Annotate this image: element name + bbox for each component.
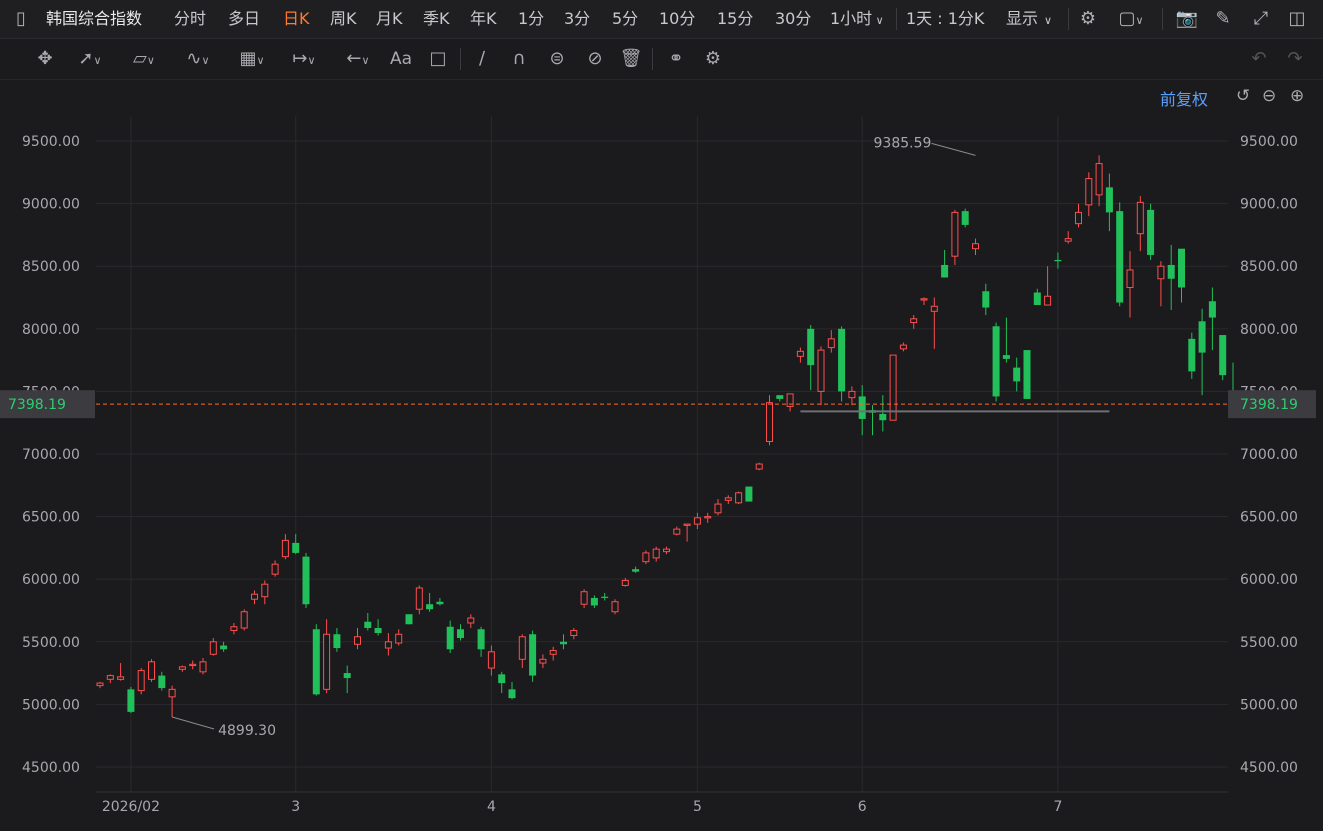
y-tick-label: 7000.00 <box>22 447 80 463</box>
y-tick-label: 4500.00 <box>1240 760 1298 776</box>
candle <box>148 659 155 682</box>
y-tick-label: 6000.00 <box>1240 572 1298 588</box>
x-tick-label: 2026/02 <box>102 799 160 815</box>
candle <box>240 609 248 631</box>
candle <box>1023 350 1031 399</box>
candle <box>755 462 763 471</box>
candle <box>529 630 537 682</box>
candle <box>745 486 753 502</box>
candle <box>127 686 135 714</box>
y-axis-right: 4500.00 5000.00 5500.00 6000.00 6500.00 7000.… <box>1240 134 1298 776</box>
y-tick-label: 9500.00 <box>1240 134 1298 150</box>
candle <box>992 322 1000 402</box>
y-tick-label: 9000.00 <box>22 197 80 213</box>
y-tick-label: 6500.00 <box>1240 510 1298 526</box>
y-tick-label: 6000.00 <box>22 572 80 588</box>
high-marker-label: 9385.59 <box>874 135 932 151</box>
y-tick-label: 5500.00 <box>22 635 80 651</box>
candle <box>312 624 320 696</box>
candle <box>961 208 969 228</box>
y-tick-label: 5000.00 <box>1240 697 1298 713</box>
x-tick-label: 5 <box>693 799 702 815</box>
current-price-label: 7398.19 <box>1240 397 1298 413</box>
candle <box>302 552 310 608</box>
y-tick-label: 5500.00 <box>1240 635 1298 651</box>
y-tick-label: 7000.00 <box>1240 447 1298 463</box>
y-tick-label: 4500.00 <box>22 760 80 776</box>
candlestick-chart[interactable]: 4500.00 5000.00 5500.00 6000.00 6500.00 7000.… <box>0 0 1323 831</box>
y-tick-label: 8500.00 <box>1240 259 1298 275</box>
y-tick-label: 8000.00 <box>1240 322 1298 338</box>
y-tick-label: 8000.00 <box>22 322 80 338</box>
x-tick-label: 6 <box>858 799 867 815</box>
candle <box>137 668 145 695</box>
x-tick-label: 7 <box>1053 799 1062 815</box>
candle <box>735 491 743 505</box>
low-marker-label: 4899.30 <box>218 723 276 739</box>
x-axis: 2026/02 3 4 5 6 7 <box>96 791 1228 815</box>
candle <box>1147 203 1155 260</box>
current-price-label: 7398.19 <box>8 397 66 413</box>
candle <box>405 614 413 625</box>
x-tick-label: 3 <box>291 799 300 815</box>
y-tick-label: 9000.00 <box>1240 197 1298 213</box>
y-tick-label: 6500.00 <box>22 510 80 526</box>
candle <box>1116 202 1124 307</box>
candle <box>889 354 897 421</box>
candle <box>766 395 773 446</box>
candle <box>642 550 650 565</box>
candle <box>1219 335 1227 381</box>
candle <box>838 326 846 402</box>
candle <box>611 599 619 615</box>
y-tick-label: 5000.00 <box>22 697 80 713</box>
y-axis-left: 4500.00 5000.00 5500.00 6000.00 6500.00 7000.… <box>22 134 80 776</box>
y-tick-label: 9500.00 <box>22 134 80 150</box>
y-tick-label: 8500.00 <box>22 259 80 275</box>
x-tick-label: 4 <box>487 799 496 815</box>
